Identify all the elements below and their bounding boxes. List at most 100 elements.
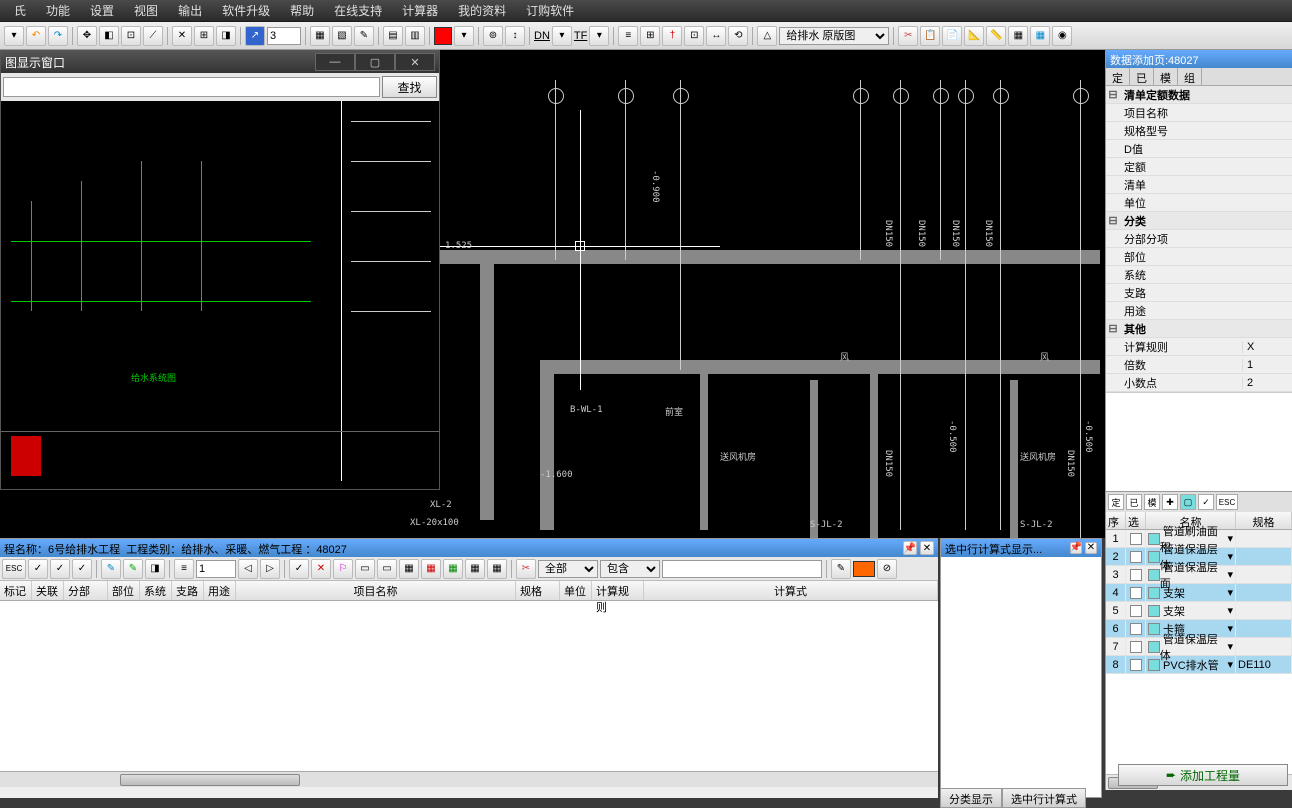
list-item[interactable]: 8 PVC排水管▾DE110 — [1106, 656, 1292, 674]
prop-value[interactable]: 2 — [1242, 377, 1292, 389]
col-header[interactable]: 分部 — [64, 581, 108, 600]
col-header[interactable]: 计算式 — [644, 581, 938, 600]
tool-button[interactable]: ✂ — [516, 559, 536, 579]
filter-all-select[interactable]: 全部 — [538, 560, 598, 578]
pin-icon[interactable]: 📌 — [1070, 542, 1082, 554]
footer-tab[interactable]: 分类显示 — [940, 788, 1002, 808]
checkbox[interactable] — [1130, 605, 1142, 617]
menu-item[interactable]: 订购软件 — [516, 2, 584, 19]
tool-button[interactable]: △ — [757, 26, 777, 46]
menu-item[interactable]: 在线支持 — [324, 2, 392, 19]
tool-button[interactable]: ⊡ — [121, 26, 141, 46]
layer-select[interactable]: 给排水 原版图 — [779, 27, 889, 45]
esc-button[interactable]: ESC — [2, 559, 26, 579]
checkbox[interactable] — [1130, 569, 1142, 581]
tool-button[interactable]: ▥ — [405, 26, 425, 46]
menu-item[interactable]: 视图 — [124, 2, 168, 19]
prop-value[interactable]: X — [1242, 341, 1292, 353]
checkbox[interactable] — [1130, 623, 1142, 635]
excel-icon[interactable]: ▦ — [443, 559, 463, 579]
tool-button[interactable]: 📐 — [964, 26, 984, 46]
number-input[interactable] — [196, 560, 236, 578]
col-header[interactable]: 计算规则 — [592, 581, 644, 600]
prop-value[interactable]: 1 — [1242, 359, 1292, 371]
col-header[interactable]: 部位 — [108, 581, 140, 600]
list-item[interactable]: 4 支架▾ — [1106, 584, 1292, 602]
tool-button[interactable]: ▧ — [332, 26, 352, 46]
tool-button[interactable]: ✎ — [101, 559, 121, 579]
mini-btn[interactable]: ✓ — [1198, 494, 1214, 510]
tool-button[interactable]: ↔ — [706, 26, 726, 46]
redo-button[interactable]: ↷ — [48, 26, 68, 46]
tool-button[interactable]: ◧ — [99, 26, 119, 46]
tool-button[interactable]: ✓ — [289, 559, 309, 579]
dn-label[interactable]: DN — [534, 30, 550, 42]
tool-button[interactable]: ◨ — [216, 26, 236, 46]
tool-button[interactable]: ✎ — [123, 559, 143, 579]
tool-button[interactable]: 📋 — [920, 26, 940, 46]
col-header[interactable]: 关联 — [32, 581, 64, 600]
col-header[interactable]: 系统 — [140, 581, 172, 600]
menu-item[interactable]: 功能 — [36, 2, 80, 19]
move-icon[interactable]: ✥ — [77, 26, 97, 46]
tool-button[interactable]: ▦ — [465, 559, 485, 579]
tool-button[interactable]: ✓ — [28, 559, 48, 579]
tool-button[interactable]: ⟋ — [143, 26, 163, 46]
tool-button[interactable]: ▦ — [421, 559, 441, 579]
tool-button[interactable]: ✎ — [354, 26, 374, 46]
menu-item[interactable]: 软件升级 — [212, 2, 280, 19]
minimize-button[interactable]: — — [315, 53, 355, 71]
col-header[interactable]: 选 — [1126, 512, 1146, 529]
tool-button[interactable]: ✓ — [72, 559, 92, 579]
checkbox[interactable] — [1130, 533, 1142, 545]
checkbox[interactable] — [1130, 641, 1142, 653]
scroll-thumb[interactable] — [120, 774, 300, 786]
pin-icon[interactable]: 📌 — [903, 541, 917, 555]
col-header[interactable]: 规格 — [1236, 512, 1292, 529]
tool-button[interactable]: ✎ — [831, 559, 851, 579]
checkbox[interactable] — [1130, 659, 1142, 671]
menu-item[interactable]: 设置 — [80, 2, 124, 19]
close-icon[interactable]: ✕ — [920, 541, 934, 555]
tool-button[interactable]: ≡ — [618, 26, 638, 46]
mini-tab[interactable]: 定 — [1108, 494, 1124, 510]
close-button[interactable]: ✕ — [395, 53, 435, 71]
rp-tab[interactable]: 定 — [1106, 68, 1130, 85]
checkbox[interactable] — [1130, 551, 1142, 563]
menu-item[interactable]: 帮助 — [280, 2, 324, 19]
dropdown-icon[interactable]: ▾ — [552, 26, 572, 46]
tool-button[interactable]: ▦ — [1008, 26, 1028, 46]
eraser-icon[interactable]: ◨ — [145, 559, 165, 579]
mini-tab[interactable]: 模 — [1144, 494, 1160, 510]
undo-button[interactable]: ↶ — [26, 26, 46, 46]
bottom-table-body[interactable] — [0, 601, 938, 771]
menu-item[interactable]: 计算器 — [392, 2, 448, 19]
color-swatch[interactable] — [853, 561, 875, 577]
next-button[interactable]: ▷ — [260, 559, 280, 579]
rp-tab[interactable]: 组 — [1178, 68, 1202, 85]
mini-btn[interactable]: ▢ — [1180, 494, 1196, 510]
tool-button[interactable]: ▦ — [487, 559, 507, 579]
col-header[interactable]: 标记 — [0, 581, 32, 600]
tool-button[interactable]: ✓ — [50, 559, 70, 579]
tool-button[interactable]: ▦ — [399, 559, 419, 579]
list-item[interactable]: 7 管道保温层体▾ — [1106, 638, 1292, 656]
tool-button[interactable]: ▾ — [4, 26, 24, 46]
col-header[interactable]: 支路 — [172, 581, 204, 600]
col-header[interactable]: 用途 — [204, 581, 236, 600]
tool-button[interactable]: ✕ — [172, 26, 192, 46]
tool-button[interactable]: ⚐ — [333, 559, 353, 579]
horizontal-scrollbar[interactable] — [0, 771, 938, 787]
tool-button[interactable]: ▭ — [355, 559, 375, 579]
number-input[interactable] — [267, 27, 301, 45]
mini-tab[interactable]: 已 — [1126, 494, 1142, 510]
tool-button[interactable]: ⊞ — [194, 26, 214, 46]
expand-icon[interactable]: ⊟ — [1106, 322, 1120, 335]
calendar-icon[interactable]: ▦ — [1030, 26, 1050, 46]
tool-button[interactable]: 📄 — [942, 26, 962, 46]
menu-item[interactable]: 氏 — [4, 2, 36, 19]
expand-icon[interactable]: ⊟ — [1106, 88, 1120, 101]
floatwin-titlebar[interactable]: 图显示窗口 — ▢ ✕ — [1, 51, 439, 73]
tool-button[interactable]: ↕ — [505, 26, 525, 46]
floatwin-search-input[interactable] — [3, 77, 380, 97]
